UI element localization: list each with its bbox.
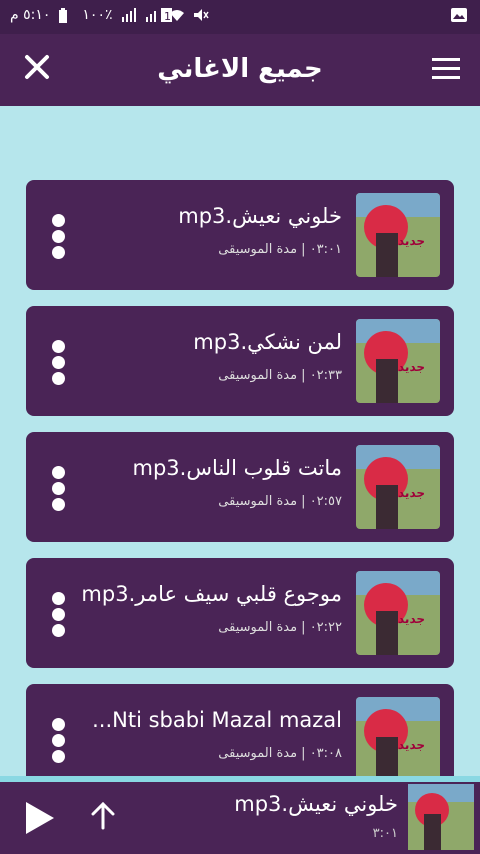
player-thumbnail xyxy=(408,784,474,850)
play-icon[interactable] xyxy=(22,800,56,836)
signal-sim1-icon: 1 xyxy=(145,8,172,23)
status-bar: ٥:١٠ م ١٠٠٪ 1 xyxy=(0,0,480,34)
hamburger-menu-icon[interactable] xyxy=(432,58,460,80)
status-time: ٥:١٠ م xyxy=(10,7,51,23)
song-card[interactable]: جديد موجوع قلبي سيف عامر.mp3 ٠٢:٢٢ | مدة… xyxy=(26,558,454,668)
player-song-title: خلوني نعيش.mp3 xyxy=(234,792,398,816)
more-options-icon[interactable] xyxy=(52,592,66,638)
mini-player[interactable]: خلوني نعيش.mp3 ٣:٠١ xyxy=(0,776,480,854)
song-thumbnail: جديد xyxy=(356,193,440,277)
song-title: خلوني نعيش.mp3 xyxy=(178,204,342,228)
svg-text:جديد: جديد xyxy=(398,360,425,374)
song-thumbnail: جديد xyxy=(356,445,440,529)
player-song-time: ٣:٠١ xyxy=(372,826,398,841)
song-title: Nti sbabi Mazal mazal... xyxy=(92,708,342,732)
status-left: ٥:١٠ م ١٠٠٪ 1 xyxy=(10,7,209,23)
svg-text:جديد: جديد xyxy=(398,234,425,248)
song-title: موجوع قلبي سيف عامر.mp3 xyxy=(81,582,342,606)
svg-text:جديد: جديد xyxy=(398,738,425,752)
song-card[interactable]: جديد لمن نشكي.mp3 ٠٢:٣٣ | مدة الموسيقى xyxy=(26,306,454,416)
battery-percent: ١٠٠٪ xyxy=(82,7,113,23)
more-options-icon[interactable] xyxy=(52,340,66,386)
song-duration: ٠٣:٠١ | مدة الموسيقى xyxy=(218,242,342,257)
song-card[interactable]: جديد خلوني نعيش.mp3 ٠٣:٠١ | مدة الموسيقى xyxy=(26,180,454,290)
song-list[interactable]: جديد خلوني نعيش.mp3 ٠٣:٠١ | مدة الموسيقى… xyxy=(0,106,480,776)
wifi-icon xyxy=(169,8,185,22)
svg-text:جديد: جديد xyxy=(398,612,425,626)
song-thumbnail: جديد xyxy=(356,697,440,776)
song-thumbnail: جديد xyxy=(356,571,440,655)
signal-icon xyxy=(121,8,137,22)
page-title: جميع الاغاني xyxy=(157,54,323,84)
player-progress-line xyxy=(0,776,480,782)
song-card[interactable]: جديد Nti sbabi Mazal mazal... ٠٣:٠٨ | مد… xyxy=(26,684,454,776)
svg-text:جديد: جديد xyxy=(398,486,425,500)
more-options-icon[interactable] xyxy=(52,214,66,260)
song-duration: ٠٢:٣٣ | مدة الموسيقى xyxy=(218,368,342,383)
gallery-notification-icon xyxy=(450,6,468,28)
more-options-icon[interactable] xyxy=(52,718,66,764)
battery-icon xyxy=(58,8,74,23)
song-title: ماتت قلوب الناس.mp3 xyxy=(132,456,342,480)
song-thumbnail: جديد xyxy=(356,319,440,403)
mute-icon xyxy=(193,8,209,22)
song-duration: ٠٣:٠٨ | مدة الموسيقى xyxy=(218,746,342,761)
song-duration: ٠٢:٥٧ | مدة الموسيقى xyxy=(218,494,342,509)
arrow-up-icon[interactable] xyxy=(90,801,116,830)
song-card[interactable]: جديد ماتت قلوب الناس.mp3 ٠٢:٥٧ | مدة الم… xyxy=(26,432,454,542)
app-bar: جميع الاغاني xyxy=(0,34,480,106)
song-duration: ٠٢:٢٢ | مدة الموسيقى xyxy=(218,620,342,635)
song-title: لمن نشكي.mp3 xyxy=(193,330,342,354)
more-options-icon[interactable] xyxy=(52,466,66,512)
